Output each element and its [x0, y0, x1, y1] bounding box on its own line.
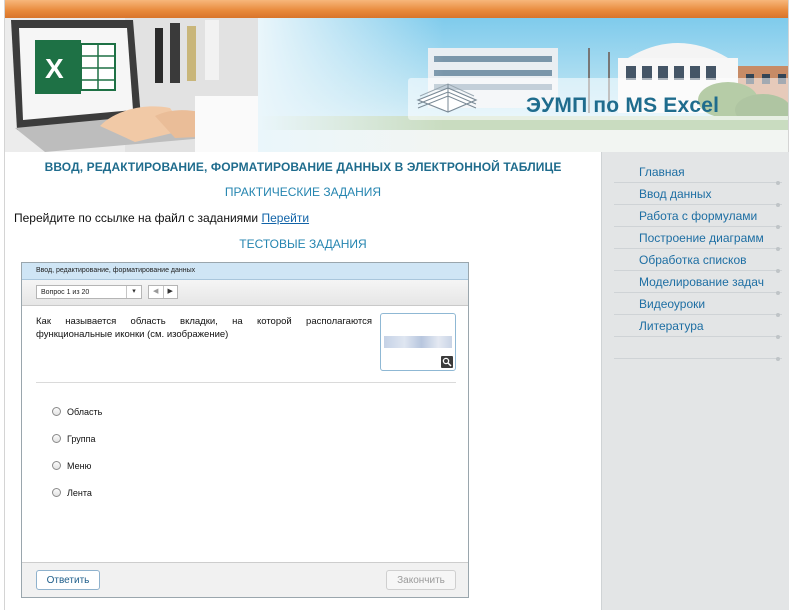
answer-option-label: Группа	[67, 434, 96, 444]
quiz-player: Ввод, редактирование, форматирование дан…	[21, 262, 469, 598]
finish-button[interactable]: Закончить	[386, 570, 456, 590]
page-frame: X ЭУМП по MS Excel ВВОД, РЕДАКТИРОВАНИЕ,…	[4, 0, 789, 610]
question-selector[interactable]: Вопрос 1 из 20 ▾	[36, 285, 142, 299]
campus-building-image	[258, 18, 788, 152]
header-banner: X ЭУМП по MS Excel	[5, 18, 788, 152]
link-prefix-text: Перейдите по ссылке на файл с заданиями	[14, 211, 259, 225]
question-image[interactable]	[380, 313, 456, 371]
laptop-excel-illustration: X	[5, 18, 258, 152]
chevron-down-icon[interactable]: ▾	[126, 286, 141, 298]
radio-button[interactable]	[52, 461, 61, 470]
radio-button[interactable]	[52, 488, 61, 497]
sidebar-item-videos[interactable]: Видеоуроки	[614, 293, 782, 317]
answer-button[interactable]: Ответить	[36, 570, 100, 590]
radio-button[interactable]	[52, 407, 61, 416]
sidebar-item-formulas[interactable]: Работа с формулами	[614, 205, 782, 229]
triangle-left-icon[interactable]: ◀	[149, 286, 163, 298]
sidebar-divider	[614, 337, 782, 361]
tasks-link-line: Перейдите по ссылке на файл с заданиями …	[14, 211, 309, 225]
question-text: Как называется область вкладки, на котор…	[36, 316, 372, 340]
main-content: ВВОД, РЕДАКТИРОВАНИЕ, ФОРМАТИРОВАНИЕ ДАН…	[5, 152, 601, 610]
magnifier-icon[interactable]	[441, 356, 453, 368]
excel-x-glyph: X	[45, 53, 64, 84]
test-tasks-heading: ТЕСТОВЫЕ ЗАДАНИЯ	[239, 237, 367, 251]
go-to-tasks-link[interactable]: Перейти	[261, 211, 309, 225]
top-orange-bar	[5, 0, 788, 18]
question-selector-value: Вопрос 1 из 20	[41, 289, 90, 296]
answer-option-label: Меню	[67, 461, 92, 471]
sidebar-item-modeling[interactable]: Моделирование задач	[614, 271, 782, 295]
building-illustration	[258, 18, 788, 152]
question-nav: ◀ ▶	[148, 285, 178, 299]
answer-option-label: Лента	[67, 488, 92, 498]
quiz-header: Ввод, редактирование, форматирование дан…	[22, 263, 468, 280]
sidebar-item-data-entry[interactable]: Ввод данных	[614, 183, 782, 207]
quiz-toolbar: Вопрос 1 из 20 ▾ ◀ ▶	[22, 280, 468, 306]
question-divider	[36, 382, 456, 383]
ribbon-screenshot-thumbnail	[384, 336, 452, 348]
answer-option-label: Область	[67, 407, 103, 417]
radio-button[interactable]	[52, 434, 61, 443]
sidebar-item-charts[interactable]: Построение диаграмм	[614, 227, 782, 251]
site-title: ЭУМП по MS Excel	[526, 94, 720, 117]
sidebar-item-home[interactable]: Главная	[614, 161, 782, 185]
quiz-footer: Ответить Закончить	[22, 562, 468, 597]
laptop-photo: X	[5, 18, 258, 152]
triangle-right-icon[interactable]: ▶	[162, 286, 178, 298]
sidebar-nav: Главная Ввод данных Работа с формулами П…	[601, 152, 789, 610]
page-title: ВВОД, РЕДАКТИРОВАНИЕ, ФОРМАТИРОВАНИЕ ДАН…	[44, 160, 562, 174]
sidebar-item-lists[interactable]: Обработка списков	[614, 249, 782, 273]
sidebar-item-literature[interactable]: Литература	[614, 315, 782, 339]
practical-tasks-heading: ПРАКТИЧЕСКИЕ ЗАДАНИЯ	[224, 185, 382, 199]
